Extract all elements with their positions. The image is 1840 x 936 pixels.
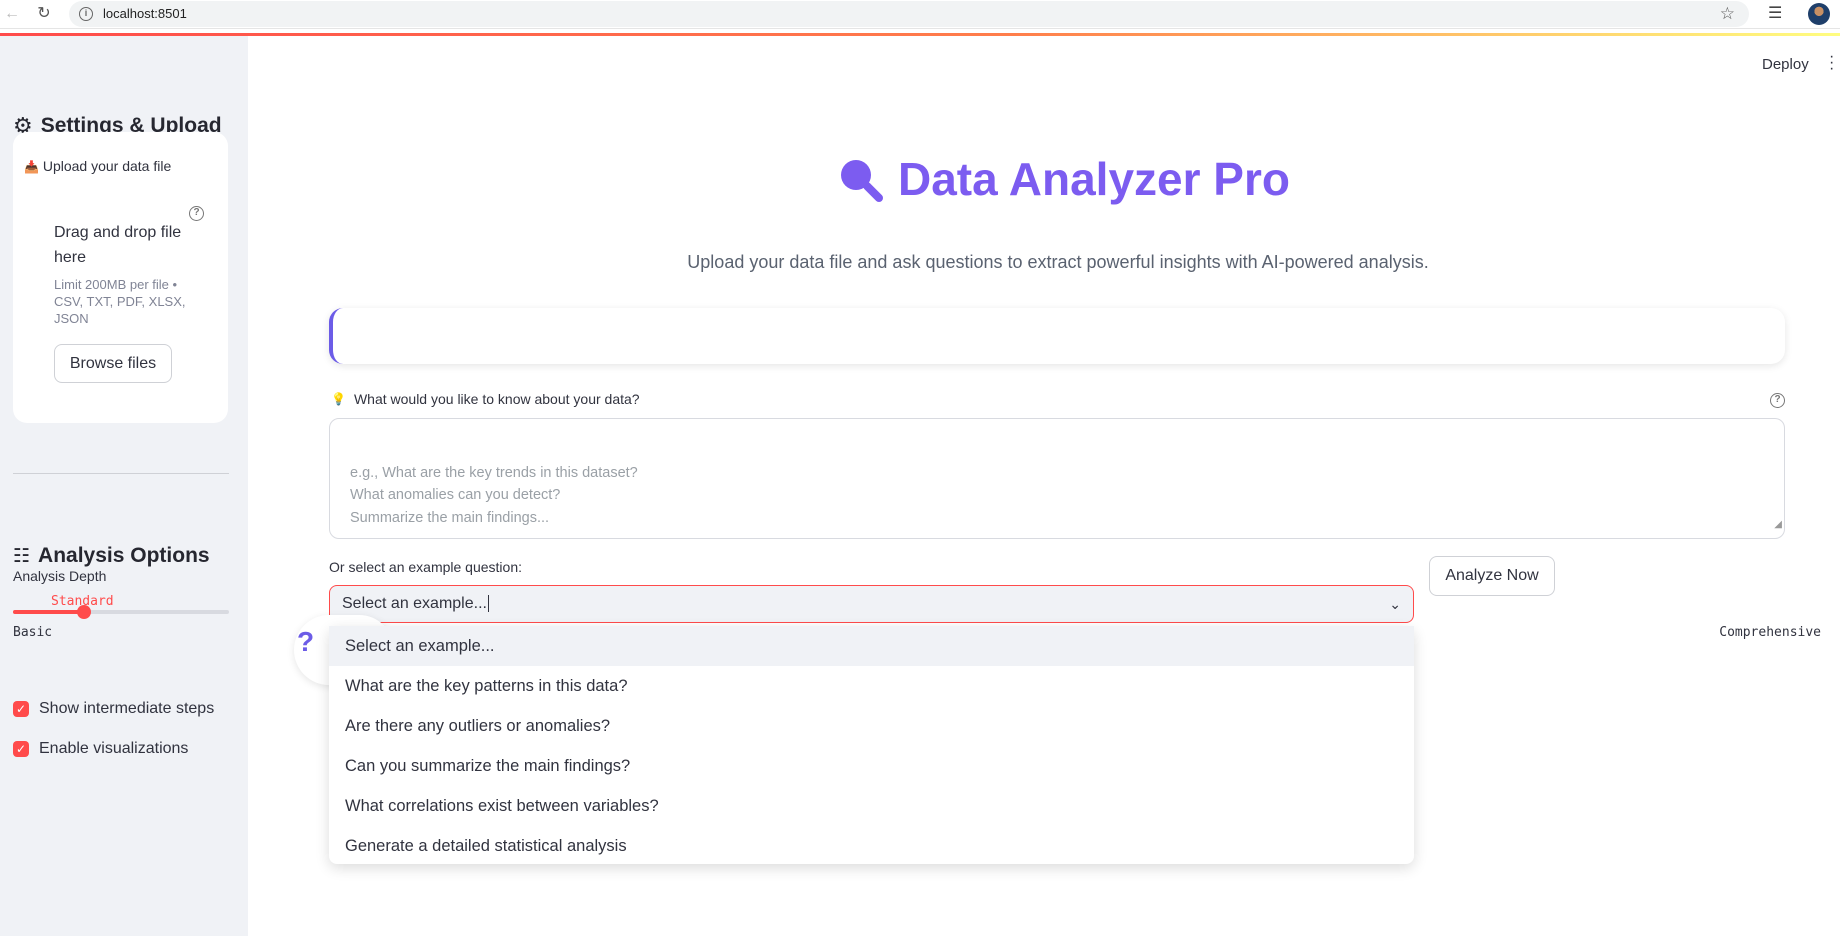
address-bar[interactable]: i localhost:8501 ☆ — [69, 1, 1749, 27]
bookmark-star-icon[interactable]: ☆ — [1720, 4, 1735, 24]
favorites-icon[interactable]: ☰ — [1768, 3, 1782, 23]
select-value: Select an example... — [342, 595, 487, 612]
slider-max-label: Comprehensive — [1719, 625, 1821, 640]
analysis-options-header-text: Analysis Options — [38, 544, 210, 567]
page-subtitle: Upload your data file and ask questions … — [687, 252, 1429, 272]
checkbox-checked-icon[interactable]: ✓ — [13, 701, 29, 717]
dropdown-option[interactable]: Can you summarize the main findings? — [329, 746, 1414, 786]
checkbox-checked-icon[interactable]: ✓ — [13, 741, 29, 757]
show-steps-checkbox[interactable]: ✓ Show intermediate steps — [13, 700, 214, 718]
reload-icon[interactable]: ↻ — [32, 2, 56, 26]
question-textarea[interactable]: e.g., What are the key trends in this da… — [329, 418, 1785, 539]
url-text: localhost:8501 — [103, 6, 187, 21]
show-steps-label: Show intermediate steps — [39, 700, 215, 717]
browser-toolbar: ← ↻ i localhost:8501 ☆ ☰ — [0, 0, 1840, 29]
sidebar-divider — [13, 473, 229, 474]
browse-files-button[interactable]: Browse files — [54, 344, 172, 383]
back-icon[interactable]: ← — [0, 2, 24, 26]
info-card — [329, 308, 1785, 364]
dropdown-option[interactable]: Are there any outliers or anomalies? — [329, 706, 1414, 746]
analysis-depth-label: Analysis Depth — [13, 568, 107, 584]
question-placeholder: e.g., What are the key trends in this da… — [350, 464, 638, 526]
upload-label-text: Upload your data file — [42, 158, 172, 174]
question-help-icon[interactable]: ? — [1770, 393, 1785, 408]
slider-fill — [13, 610, 85, 614]
resize-grip-icon[interactable]: ◢ — [1774, 514, 1782, 537]
analyze-now-button[interactable]: Analyze Now — [1429, 556, 1555, 596]
main-menu-icon[interactable]: · · · — [1829, 49, 1835, 77]
page-title-text: Data Analyzer Pro — [898, 153, 1290, 205]
slider-min-label: Basic — [13, 625, 53, 640]
dropdown-option[interactable]: Select an example... — [329, 626, 1414, 666]
chevron-down-icon[interactable]: ⌄ — [1389, 586, 1401, 622]
example-question-select[interactable]: Select an example... ⌄ — [329, 585, 1414, 623]
enable-visualizations-checkbox[interactable]: ✓ Enable visualizations — [13, 740, 188, 758]
inbox-icon: 📥 — [24, 160, 39, 174]
analysis-depth-slider[interactable] — [13, 605, 229, 619]
lightbulb-icon: 💡 — [331, 392, 346, 406]
upload-help-icon[interactable]: ? — [189, 206, 204, 221]
site-info-icon[interactable]: i — [79, 7, 93, 21]
upload-label: 📥 Upload your data file — [24, 156, 172, 178]
deploy-button[interactable]: Deploy — [1762, 56, 1809, 73]
question-label-text: What would you like to know about your d… — [353, 391, 640, 407]
dropzone-limit-text: Limit 200MB per file • CSV, TXT, PDF, XL… — [54, 277, 186, 326]
question-mark-icon: ? — [297, 626, 315, 657]
enable-visualizations-label: Enable visualizations — [39, 740, 189, 757]
example-options-dropdown: Select an example... What are the key pa… — [329, 626, 1414, 864]
dropdown-option[interactable]: What are the key patterns in this data? — [329, 666, 1414, 706]
dropdown-option[interactable]: Generate a detailed statistical analysis — [329, 826, 1414, 866]
magnifier-icon — [841, 160, 883, 202]
example-question-label: Or select an example question: — [329, 559, 522, 575]
analysis-options-header: ☷ Analysis Options — [13, 544, 210, 568]
streamlit-top-decoration — [0, 33, 1840, 36]
question-label: 💡 What would you like to know about your… — [331, 391, 640, 407]
profile-avatar[interactable] — [1808, 3, 1830, 25]
page-title: Data Analyzer Pro — [836, 152, 1290, 206]
sliders-icon: ☷ — [13, 545, 31, 567]
dropdown-option[interactable]: What correlations exist between variable… — [329, 786, 1414, 826]
